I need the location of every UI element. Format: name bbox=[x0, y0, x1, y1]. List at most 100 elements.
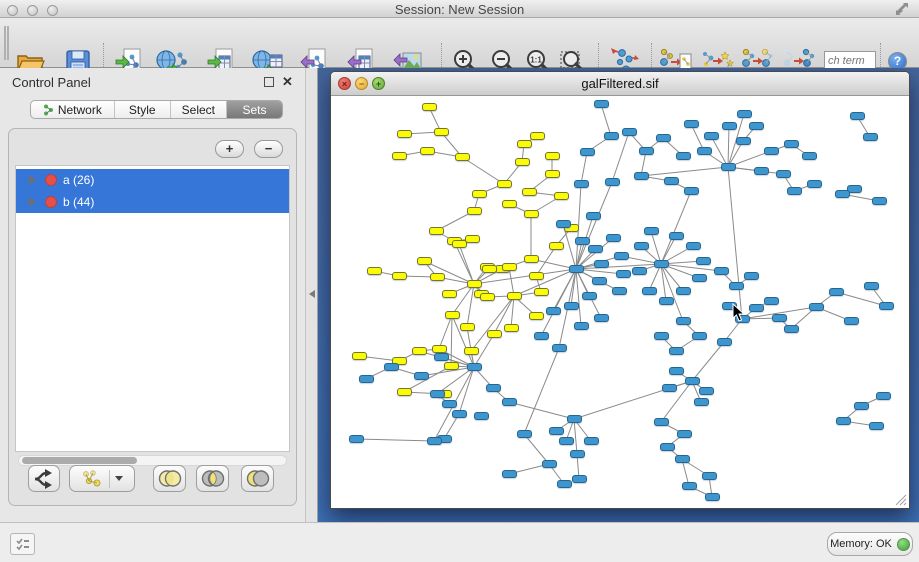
graph-node[interactable] bbox=[432, 345, 447, 353]
graph-node[interactable] bbox=[660, 443, 675, 451]
graph-node[interactable] bbox=[644, 227, 659, 235]
network-window-titlebar[interactable]: × − + galFiltered.sif bbox=[331, 72, 909, 96]
graph-node[interactable] bbox=[412, 347, 427, 355]
split-set-button[interactable] bbox=[28, 465, 60, 492]
graph-node[interactable] bbox=[546, 307, 561, 315]
graph-node[interactable] bbox=[879, 302, 894, 310]
graph-node[interactable] bbox=[502, 263, 517, 271]
graph-node[interactable] bbox=[467, 207, 482, 215]
graph-node[interactable] bbox=[686, 242, 701, 250]
graph-node[interactable] bbox=[692, 274, 707, 282]
graph-node[interactable] bbox=[675, 455, 690, 463]
graph-node[interactable] bbox=[529, 272, 544, 280]
graph-node[interactable] bbox=[422, 103, 437, 111]
graph-node[interactable] bbox=[524, 210, 539, 218]
graph-node[interactable] bbox=[829, 288, 844, 296]
graph-node[interactable] bbox=[659, 297, 674, 305]
graph-node[interactable] bbox=[729, 282, 744, 290]
graph-node[interactable] bbox=[614, 252, 629, 260]
graph-node[interactable] bbox=[452, 240, 467, 248]
graph-node[interactable] bbox=[420, 147, 435, 155]
graph-node[interactable] bbox=[696, 257, 711, 265]
panel-splitter[interactable] bbox=[305, 68, 318, 522]
graph-node[interactable] bbox=[876, 392, 891, 400]
network-window[interactable]: × − + galFiltered.sif bbox=[330, 71, 910, 509]
graph-node[interactable] bbox=[632, 267, 647, 275]
graph-node[interactable] bbox=[574, 322, 589, 330]
graph-node[interactable] bbox=[349, 435, 364, 443]
graph-node[interactable] bbox=[677, 430, 692, 438]
graph-node[interactable] bbox=[684, 187, 699, 195]
graph-node[interactable] bbox=[392, 272, 407, 280]
graph-node[interactable] bbox=[809, 303, 824, 311]
graph-node[interactable] bbox=[524, 255, 539, 263]
graph-node[interactable] bbox=[552, 344, 567, 352]
resize-grip[interactable] bbox=[893, 492, 907, 506]
graph-node[interactable] bbox=[392, 152, 407, 160]
graph-node[interactable] bbox=[863, 133, 878, 141]
graph-node[interactable] bbox=[480, 293, 495, 301]
graph-node[interactable] bbox=[517, 140, 532, 148]
graph-node[interactable] bbox=[455, 153, 470, 161]
chevron-down-icon[interactable] bbox=[115, 476, 123, 481]
graph-node[interactable] bbox=[850, 112, 865, 120]
graph-node[interactable] bbox=[472, 190, 487, 198]
expand-arrow-icon[interactable] bbox=[29, 197, 36, 207]
graph-node[interactable] bbox=[764, 297, 779, 305]
graph-node[interactable] bbox=[534, 332, 549, 340]
graph-node[interactable] bbox=[654, 332, 669, 340]
graph-node[interactable] bbox=[486, 384, 501, 392]
graph-node[interactable] bbox=[460, 323, 475, 331]
graph-node[interactable] bbox=[584, 437, 599, 445]
graph-node[interactable] bbox=[556, 220, 571, 228]
graph-node[interactable] bbox=[676, 317, 691, 325]
graph-node[interactable] bbox=[749, 304, 764, 312]
graph-node[interactable] bbox=[622, 128, 637, 136]
difference-sets-button[interactable] bbox=[241, 465, 274, 492]
graph-node[interactable] bbox=[572, 475, 587, 483]
graph-node[interactable] bbox=[414, 372, 429, 380]
graph-node[interactable] bbox=[549, 427, 564, 435]
graph-node[interactable] bbox=[502, 398, 517, 406]
graph-node[interactable] bbox=[722, 122, 737, 130]
graph-node[interactable] bbox=[352, 352, 367, 360]
graph-node[interactable] bbox=[662, 384, 677, 392]
graph-node[interactable] bbox=[452, 410, 467, 418]
graph-node[interactable] bbox=[685, 377, 700, 385]
graph-node[interactable] bbox=[545, 152, 560, 160]
graph-node[interactable] bbox=[669, 347, 684, 355]
graph-node[interactable] bbox=[467, 280, 482, 288]
graph-node[interactable] bbox=[502, 200, 517, 208]
close-panel-icon[interactable]: ✕ bbox=[282, 74, 293, 90]
graph-node[interactable] bbox=[487, 330, 502, 338]
graph-node[interactable] bbox=[669, 367, 684, 375]
tab-sets[interactable]: Sets bbox=[227, 101, 282, 118]
graph-node[interactable] bbox=[802, 152, 817, 160]
graph-node[interactable] bbox=[654, 260, 669, 268]
graph-node[interactable] bbox=[844, 317, 859, 325]
graph-node[interactable] bbox=[869, 422, 884, 430]
graph-node[interactable] bbox=[507, 292, 522, 300]
graph-node[interactable] bbox=[502, 470, 517, 478]
graph-node[interactable] bbox=[442, 400, 457, 408]
graph-node[interactable] bbox=[669, 232, 684, 240]
network-canvas[interactable] bbox=[331, 96, 909, 508]
graph-node[interactable] bbox=[676, 152, 691, 160]
graph-node[interactable] bbox=[464, 347, 479, 355]
graph-node[interactable] bbox=[692, 332, 707, 340]
graph-node[interactable] bbox=[721, 163, 736, 171]
remove-set-button[interactable]: − bbox=[254, 140, 283, 158]
graph-node[interactable] bbox=[554, 192, 569, 200]
intersect-sets-button[interactable] bbox=[196, 465, 229, 492]
graph-node[interactable] bbox=[776, 170, 791, 178]
graph-node[interactable] bbox=[594, 100, 609, 108]
graph-node[interactable] bbox=[854, 402, 869, 410]
graph-node[interactable] bbox=[504, 324, 519, 332]
graph-node[interactable] bbox=[807, 180, 822, 188]
graph-node[interactable] bbox=[417, 257, 432, 265]
graph-node[interactable] bbox=[569, 265, 584, 273]
float-panel-icon[interactable] bbox=[264, 77, 274, 87]
graph-node[interactable] bbox=[575, 237, 590, 245]
graph-node[interactable] bbox=[434, 128, 449, 136]
tab-network[interactable]: Network bbox=[31, 101, 115, 118]
